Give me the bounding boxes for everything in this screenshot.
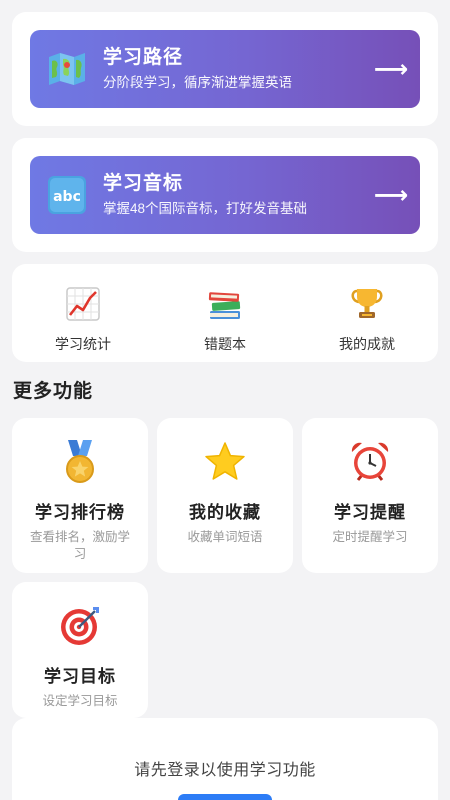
login-prompt-text: 请先登录以使用学习功能 [134,762,316,779]
more-features-heading: 更多功能 [13,381,94,402]
login-button[interactable] [178,794,272,800]
learning-path-banner[interactable]: 学习路径 分阶段学习，循序渐进掌握英语 ⟶ [30,30,420,108]
abc-icon: abc [47,175,87,215]
arrow-right-icon: ⟶ [373,55,409,83]
star-icon [203,440,247,484]
phonetics-card: abc 学习音标 掌握48个国际音标，打好发音基础 ⟶ [12,138,438,252]
feature-reminder-title: 学习提醒 [334,503,406,522]
feature-goal[interactable]: 学习目标 设定学习目标 [12,582,148,718]
learning-path-card: 学习路径 分阶段学习，循序渐进掌握英语 ⟶ [12,12,438,126]
feature-reminder[interactable]: 学习提醒 定时提醒学习 [302,418,438,573]
tool-mistake-book-label: 错题本 [204,336,246,352]
phonetics-banner[interactable]: abc 学习音标 掌握48个国际音标，打好发音基础 ⟶ [30,156,420,234]
svg-text:abc: abc [53,189,81,205]
feature-favorites-title: 我的收藏 [189,503,261,522]
medal-icon [58,440,102,484]
target-icon [58,604,102,648]
tool-achievements-label: 我的成就 [339,336,395,352]
learning-path-subtitle: 分阶段学习，循序渐进掌握英语 [103,75,292,90]
map-icon [47,49,87,89]
feature-goal-title: 学习目标 [44,667,116,686]
feature-leaderboard-subtitle: 查看排名，激励学习 [30,530,131,561]
feature-reminder-subtitle: 定时提醒学习 [332,530,408,544]
tool-mistake-book[interactable]: 错题本 [154,264,296,362]
quick-tools-card: 学习统计 错题本 我的成就 [12,264,438,362]
tool-study-stats-label: 学习统计 [55,336,111,352]
feature-favorites-subtitle: 收藏单词短语 [187,530,263,544]
learning-path-title: 学习路径 [103,47,184,68]
tool-study-stats[interactable]: 学习统计 [12,264,154,362]
feature-leaderboard-title: 学习排行榜 [35,503,125,522]
phonetics-title: 学习音标 [103,173,184,194]
home-screen: 学习路径 分阶段学习，循序渐进掌握英语 ⟶ abc 学习音标 掌握48个国际音标… [0,0,450,800]
login-prompt-card: 请先登录以使用学习功能 [12,718,438,800]
trophy-icon [347,284,387,324]
feature-goal-subtitle: 设定学习目标 [42,694,118,708]
chart-icon [63,284,103,324]
feature-leaderboard[interactable]: 学习排行榜 查看排名，激励学习 [12,418,148,573]
alarm-clock-icon [348,440,392,484]
phonetics-subtitle: 掌握48个国际音标，打好发音基础 [103,201,308,216]
arrow-right-icon: ⟶ [373,181,409,209]
books-icon [205,284,245,324]
tool-achievements[interactable]: 我的成就 [296,264,438,362]
feature-favorites[interactable]: 我的收藏 收藏单词短语 [157,418,293,573]
